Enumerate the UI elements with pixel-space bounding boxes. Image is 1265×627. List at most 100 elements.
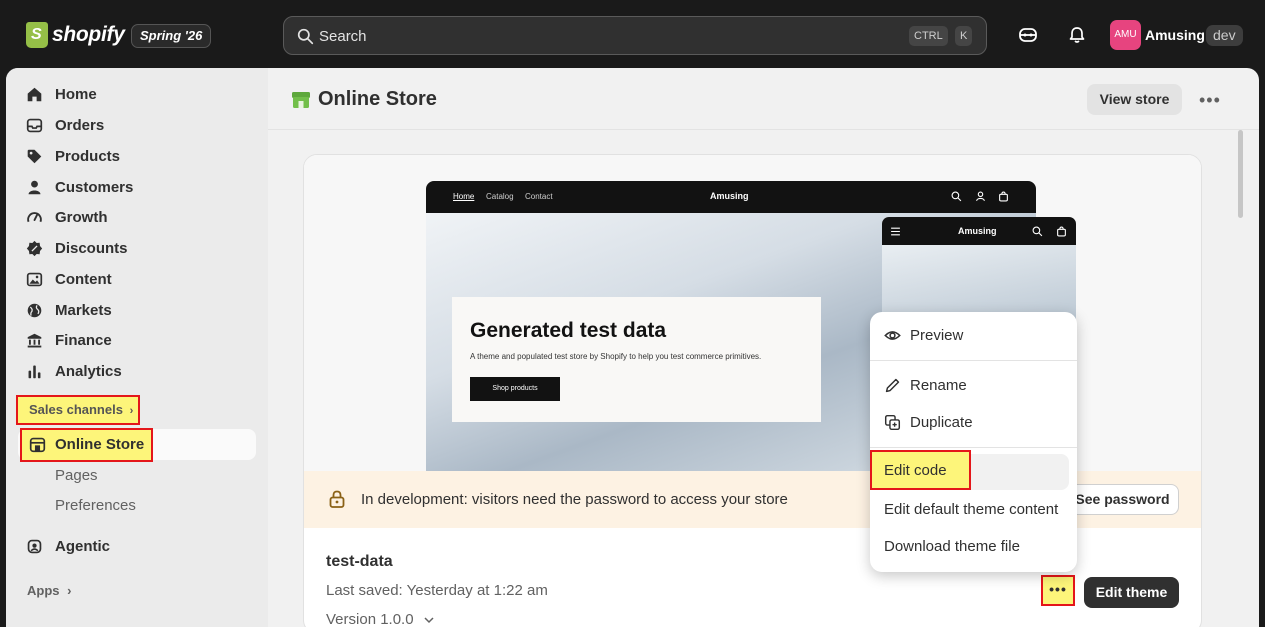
- menu-item-label: Download theme file: [884, 538, 1020, 555]
- chevron-right-icon: ›: [67, 583, 72, 598]
- sales-channels-link[interactable]: Sales channels ›: [16, 395, 141, 425]
- preview-nav-contact: Contact: [525, 192, 553, 201]
- shortcut-ctrl: CTRL: [909, 26, 948, 46]
- search-input[interactable]: Search CTRL K: [283, 16, 987, 55]
- menu-item-label: Rename: [910, 377, 967, 394]
- theme-version-label: Version 1.0.0: [326, 611, 414, 627]
- page-title-text: Online Store: [318, 88, 437, 110]
- hero-subtitle: A theme and populated test store by Shop…: [470, 352, 762, 361]
- hero-title: Generated test data: [470, 319, 667, 342]
- sidebar-item-label: Analytics: [55, 362, 122, 380]
- apps-section-link[interactable]: Apps ›: [27, 583, 71, 598]
- theme-actions-button[interactable]: •••: [1041, 575, 1075, 606]
- inbox-icon: [26, 118, 43, 132]
- menu-divider: [870, 447, 1077, 448]
- globe-icon: [27, 303, 42, 317]
- cart-icon: [1057, 226, 1066, 237]
- search-icon: [1032, 226, 1043, 237]
- menu-divider: [870, 360, 1077, 361]
- theme-actions-menu: Preview Rename Duplicate Edit code Edit …: [870, 312, 1077, 572]
- menu-item-label: Preview: [910, 327, 964, 344]
- menu-item-duplicate[interactable]: Duplicate: [884, 414, 973, 431]
- mobile-navbar: Amusing: [882, 217, 1076, 245]
- sales-channels-label: Sales channels: [29, 402, 123, 417]
- sidebar-item-label: Products: [55, 147, 121, 165]
- theme-last-saved: Last saved: Yesterday at 1:22 am: [326, 582, 548, 599]
- search-placeholder: Search: [319, 28, 367, 45]
- search-icon: [297, 28, 314, 45]
- sidebar: Home Orders Products Customers Growth Di…: [6, 68, 268, 627]
- shopify-bag-icon: [26, 22, 48, 48]
- see-password-button[interactable]: See password: [1066, 484, 1179, 515]
- sidebar-item-agentic[interactable]: Agentic: [26, 532, 110, 560]
- view-store-button[interactable]: View store: [1087, 84, 1182, 115]
- hero-shop-button: Shop products: [470, 377, 560, 401]
- chevron-down-icon: [424, 617, 434, 624]
- sidebar-item-products[interactable]: Products: [26, 142, 120, 170]
- sidebar-item-home[interactable]: Home: [26, 80, 97, 108]
- sidebar-item-label: Content: [55, 270, 112, 288]
- chevron-right-icon: ›: [129, 405, 134, 417]
- edition-badge[interactable]: Spring '26: [131, 24, 212, 48]
- bank-icon: [27, 333, 42, 347]
- top-bar: shopify Spring '26 Search CTRL K AMU Amu…: [0, 0, 1265, 68]
- online-store-icon: [292, 91, 310, 108]
- sidebar-item-growth[interactable]: Growth: [26, 203, 108, 231]
- sidekick-icon[interactable]: [1018, 25, 1038, 45]
- sidebar-item-label: Home: [55, 85, 97, 103]
- store-badge: dev: [1206, 25, 1243, 46]
- store-name[interactable]: Amusing: [1145, 27, 1205, 43]
- sidebar-item-online-store[interactable]: Online Store: [20, 428, 153, 462]
- apps-label: Apps: [27, 583, 60, 598]
- preview-brand: Amusing: [710, 191, 749, 201]
- eye-icon: [884, 331, 901, 340]
- menu-icon: [891, 227, 900, 236]
- home-icon: [27, 87, 42, 101]
- lock-icon: [329, 490, 345, 508]
- online-store-label: Online Store: [55, 436, 145, 453]
- cart-icon: [999, 191, 1008, 202]
- mobile-brand: Amusing: [958, 226, 997, 236]
- sidebar-item-label: Customers: [55, 178, 134, 196]
- sidebar-item-preferences[interactable]: Preferences: [55, 497, 136, 514]
- more-actions-icon[interactable]: •••: [1199, 90, 1221, 111]
- sidebar-item-label: Orders: [55, 116, 105, 134]
- bell-icon[interactable]: [1067, 25, 1087, 45]
- page-title: Online Store: [291, 88, 437, 111]
- gauge-icon: [27, 211, 42, 222]
- pencil-icon: [885, 378, 900, 393]
- menu-item-download-theme[interactable]: Download theme file: [884, 538, 1020, 555]
- theme-name: test-data: [326, 553, 393, 570]
- menu-item-preview[interactable]: Preview: [884, 327, 963, 344]
- header-divider: [268, 129, 1259, 130]
- theme-version[interactable]: Version 1.0.0: [326, 611, 434, 627]
- image-icon: [26, 272, 43, 286]
- tag-icon: [27, 149, 42, 163]
- sidebar-item-label: Discounts: [55, 239, 128, 257]
- sidebar-item-pages[interactable]: Pages: [55, 467, 98, 484]
- sidebar-item-analytics[interactable]: Analytics: [26, 357, 122, 385]
- edit-theme-button[interactable]: Edit theme: [1084, 577, 1179, 608]
- sidebar-item-orders[interactable]: Orders: [26, 111, 104, 139]
- menu-item-rename[interactable]: Rename: [884, 377, 967, 394]
- menu-item-edit-code[interactable]: Edit code: [870, 450, 971, 490]
- sidebar-item-finance[interactable]: Finance: [26, 326, 112, 354]
- preview-navbar: Home Catalog Contact Amusing: [426, 181, 1036, 213]
- preview-nav-catalog: Catalog: [486, 192, 514, 201]
- sidebar-item-label: Agentic: [55, 537, 111, 555]
- shortcut-k: K: [955, 26, 973, 46]
- discount-icon: [26, 240, 43, 256]
- sidebar-item-label: Markets: [55, 301, 112, 319]
- sidebar-item-discounts[interactable]: Discounts: [26, 234, 128, 262]
- scrollbar[interactable]: [1238, 130, 1243, 218]
- search-icon: [951, 191, 962, 202]
- sidebar-item-markets[interactable]: Markets: [26, 296, 112, 324]
- menu-item-edit-default-content[interactable]: Edit default theme content: [884, 501, 1058, 518]
- sidebar-item-customers[interactable]: Customers: [26, 173, 133, 201]
- avatar[interactable]: AMU: [1110, 20, 1141, 50]
- store-icon: [29, 437, 46, 453]
- menu-item-label: Edit default theme content: [884, 501, 1059, 518]
- dev-banner-text: In development: visitors need the passwo…: [361, 491, 788, 508]
- sidebar-item-content[interactable]: Content: [26, 265, 112, 293]
- shopify-logo[interactable]: shopify: [26, 22, 125, 48]
